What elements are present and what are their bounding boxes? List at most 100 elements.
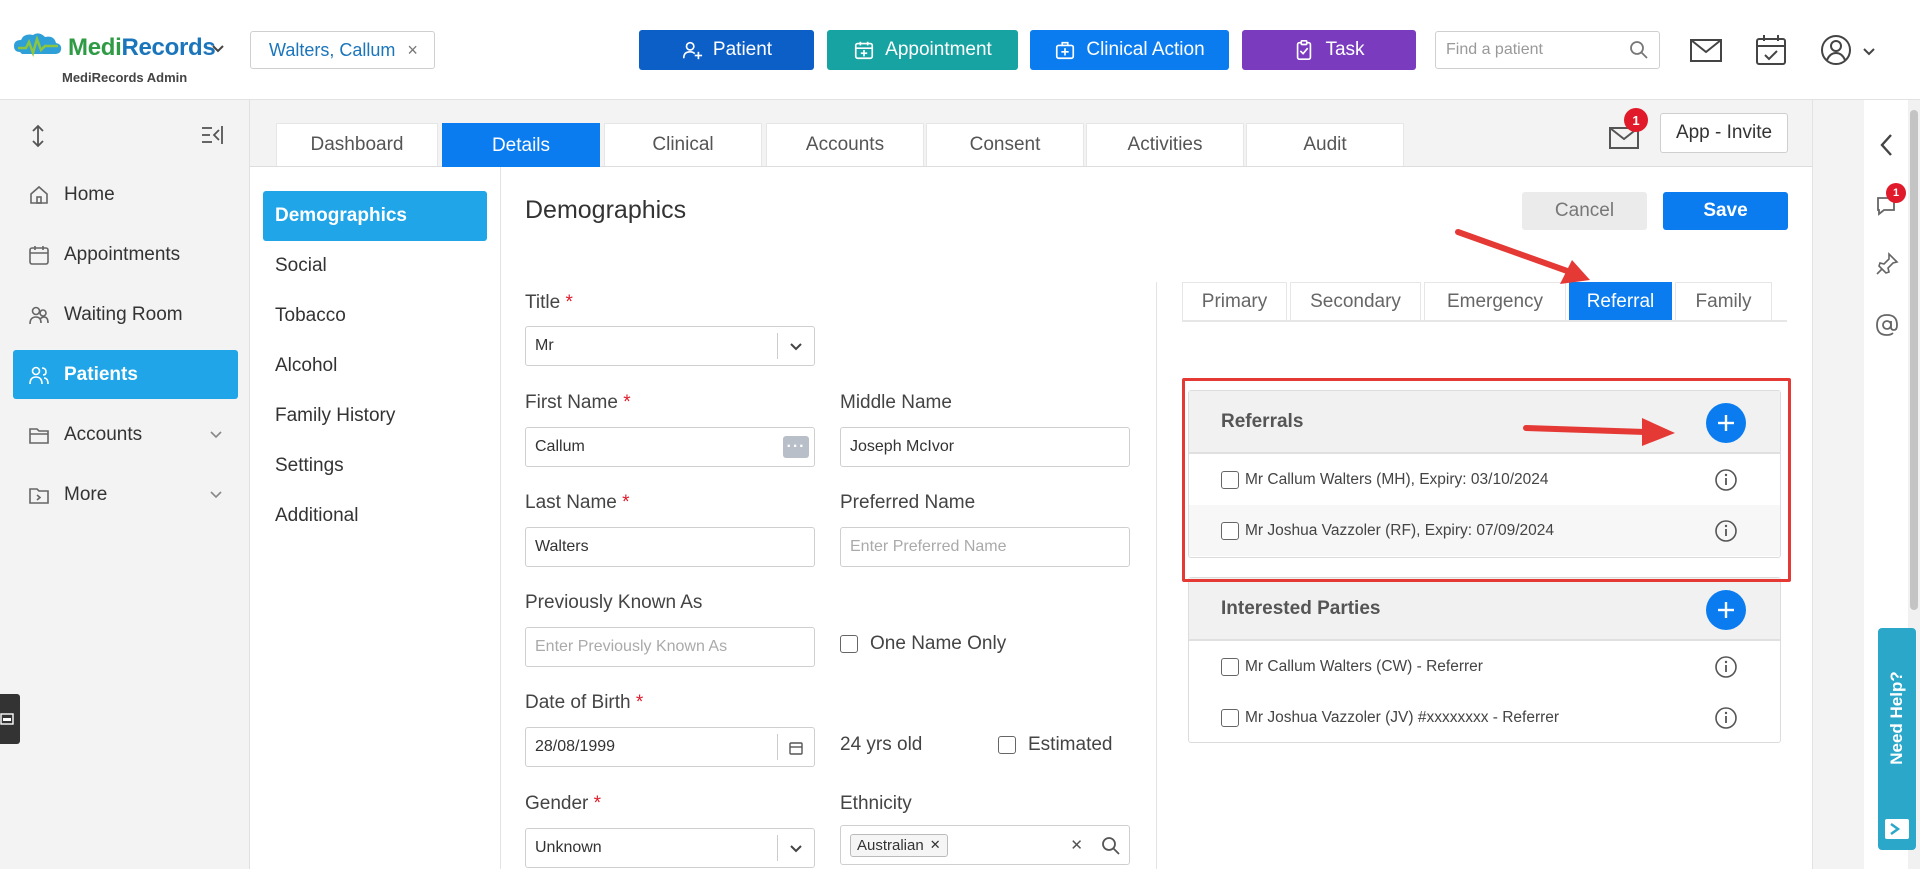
scrollbar-thumb[interactable] [1910, 110, 1918, 610]
search-icon[interactable] [1101, 836, 1121, 856]
active-patient-chip[interactable]: Walters, Callum × [250, 31, 435, 69]
new-patient-button[interactable]: Patient [639, 30, 814, 70]
gender-select[interactable]: Unknown [525, 828, 815, 868]
title-select[interactable]: Mr [525, 326, 815, 366]
sidebar-item-patients[interactable]: Patients [13, 350, 238, 399]
right-gutter [1812, 100, 1864, 869]
chevron-down-icon[interactable] [1862, 44, 1876, 58]
remove-tag-icon[interactable]: ✕ [930, 837, 941, 853]
chevron-down-icon[interactable] [210, 40, 226, 56]
sidebar-item-label: More [64, 483, 108, 505]
middle-name-field[interactable]: Joseph McIvor [840, 427, 1130, 467]
calendar-icon[interactable] [788, 740, 804, 756]
tab-primary[interactable]: Primary [1182, 282, 1287, 320]
more-icon [29, 487, 49, 504]
tab-dashboard[interactable]: Dashboard [276, 123, 438, 166]
search-icon[interactable] [1629, 40, 1649, 60]
interested-party-row[interactable]: Mr Callum Walters (CW) - Referrer [1189, 641, 1780, 692]
chevron-down-icon [790, 343, 802, 351]
user-account-icon[interactable] [1818, 32, 1854, 68]
preferred-name-label: Preferred Name [840, 492, 976, 513]
chat-badge: 1 [1886, 183, 1906, 203]
calendar-plus-icon [855, 41, 874, 60]
subnav-tobacco[interactable]: Tobacco [263, 291, 487, 341]
add-interested-party-button[interactable] [1706, 590, 1746, 630]
patient-search-input[interactable]: Find a patient [1435, 31, 1660, 69]
app-invite-button[interactable]: App - Invite [1660, 113, 1788, 153]
last-name-label: Last Name * [525, 492, 630, 513]
chevron-down-icon [210, 491, 222, 499]
save-button[interactable]: Save [1663, 192, 1788, 230]
gender-value: Unknown [535, 839, 602, 856]
tab-details[interactable]: Details [442, 123, 600, 167]
more-options-icon[interactable]: ··· [783, 436, 809, 458]
preferred-name-placeholder: Enter Preferred Name [850, 538, 1007, 555]
appointment-button-label: Appointment [885, 39, 992, 60]
highlight-box [1182, 378, 1791, 582]
tab-activities[interactable]: Activities [1086, 123, 1244, 166]
tab-clinical[interactable]: Clinical [604, 123, 762, 166]
medical-bag-icon [1056, 41, 1075, 60]
subnav-additional[interactable]: Additional [263, 491, 487, 541]
info-icon[interactable] [1714, 655, 1738, 679]
mail-icon[interactable] [1688, 32, 1724, 68]
plus-icon [1718, 602, 1734, 618]
sidebar-item-label: Appointments [64, 243, 181, 265]
preferred-name-field[interactable]: Enter Preferred Name [840, 527, 1130, 567]
new-clinical-action-button[interactable]: Clinical Action [1030, 30, 1229, 70]
subnav-social[interactable]: Social [263, 241, 487, 291]
collapse-sidebar-icon[interactable] [200, 124, 224, 146]
patients-icon [29, 366, 49, 384]
side-handle-tab[interactable] [0, 694, 20, 744]
pin-icon[interactable] [1872, 250, 1902, 280]
interested-party-checkbox[interactable] [1221, 708, 1239, 727]
first-name-label: First Name * [525, 392, 631, 413]
close-icon[interactable]: × [407, 40, 418, 61]
clear-icon[interactable]: ✕ [1070, 836, 1083, 854]
task-button-label: Task [1325, 39, 1365, 60]
sidebar-item-waiting-room[interactable]: Waiting Room [13, 290, 238, 339]
last-name-field[interactable]: Walters [525, 527, 815, 567]
interested-party-row[interactable]: Mr Joshua Vazzoler (JV) #xxxxxxxx - Refe… [1189, 692, 1780, 743]
tab-consent[interactable]: Consent [926, 123, 1084, 166]
sidebar-item-accounts[interactable]: Accounts [13, 410, 238, 459]
ethnicity-field[interactable]: Australian ✕ ✕ [840, 825, 1130, 865]
title-value: Mr [535, 337, 554, 354]
help-logo-icon [1885, 819, 1909, 839]
chevron-left-icon[interactable] [1872, 130, 1902, 160]
interested-party-checkbox[interactable] [1221, 657, 1239, 676]
add-person-icon [682, 41, 703, 60]
sidebar-item-home[interactable]: Home [13, 170, 238, 219]
messages-badge: 1 [1624, 108, 1648, 132]
estimated-checkbox[interactable] [998, 736, 1016, 754]
new-appointment-button[interactable]: Appointment [827, 30, 1018, 70]
subnav-family-history[interactable]: Family History [263, 391, 487, 441]
tab-audit[interactable]: Audit [1246, 123, 1404, 166]
previously-known-as-field[interactable]: Enter Previously Known As [525, 627, 815, 667]
one-name-only-checkbox[interactable] [840, 635, 858, 653]
sidebar-item-label: Accounts [64, 423, 143, 445]
subnav-demographics[interactable]: Demographics [263, 191, 487, 241]
date-of-birth-field[interactable]: 28/08/1999 [525, 727, 815, 767]
first-name-field[interactable]: Callum ··· [525, 427, 815, 467]
mention-icon[interactable] [1872, 310, 1902, 340]
title-label: Title * [525, 292, 573, 313]
interested-parties-title: Interested Parties [1221, 597, 1381, 619]
last-name-value: Walters [535, 538, 589, 555]
info-icon[interactable] [1714, 706, 1738, 730]
print-icon [0, 713, 14, 725]
tab-secondary[interactable]: Secondary [1290, 282, 1421, 320]
subnav-settings[interactable]: Settings [263, 441, 487, 491]
previously-known-as-placeholder: Enter Previously Known As [535, 638, 728, 655]
sidebar-item-appointments[interactable]: Appointments [13, 230, 238, 279]
sidebar-item-label: Patients [64, 363, 138, 385]
calendar-check-icon[interactable] [1753, 32, 1789, 68]
tab-family[interactable]: Family [1675, 282, 1772, 320]
middle-name-label: Middle Name [840, 392, 952, 413]
tab-underline [1182, 320, 1787, 322]
new-task-button[interactable]: Task [1242, 30, 1416, 70]
sidebar-item-more[interactable]: More [13, 470, 238, 519]
expand-vertical-icon[interactable] [28, 124, 48, 148]
subnav-alcohol[interactable]: Alcohol [263, 341, 487, 391]
tab-accounts[interactable]: Accounts [766, 123, 924, 166]
